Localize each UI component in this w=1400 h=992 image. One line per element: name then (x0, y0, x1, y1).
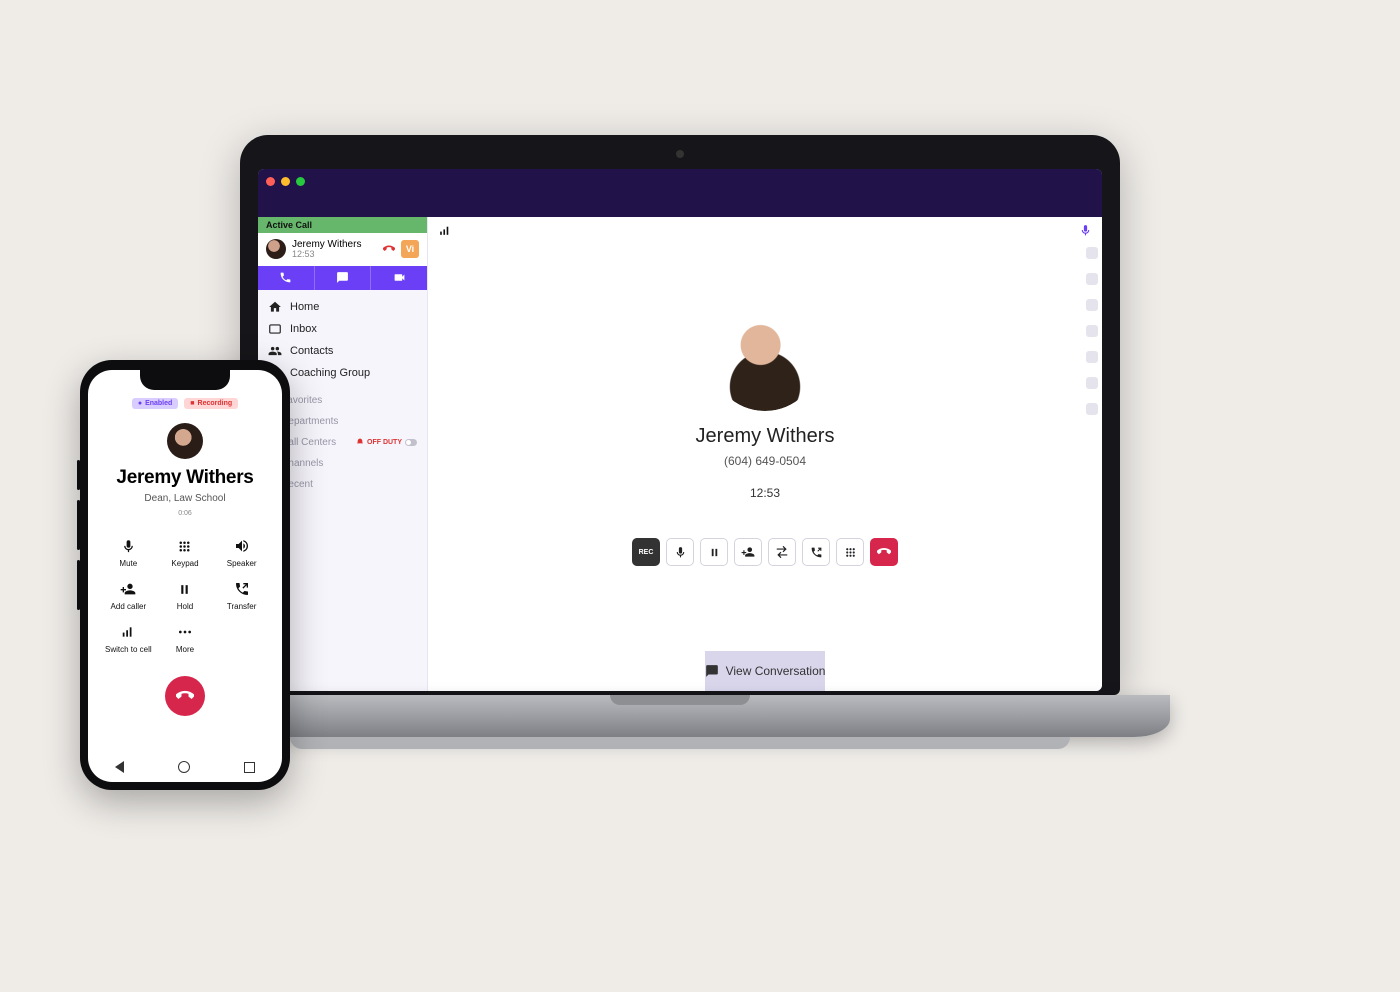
laptop-device: Active Call Jeremy Withers 12:53 Vi (240, 135, 1120, 775)
mute-button[interactable] (666, 538, 694, 566)
tab-video[interactable] (370, 266, 427, 290)
active-call-banner: Active Call (258, 217, 427, 233)
sidebar-item-label: Contacts (290, 345, 333, 357)
avatar (266, 239, 286, 259)
close-icon[interactable] (266, 177, 275, 186)
maximize-icon[interactable] (296, 177, 305, 186)
sidebar-item-label: Inbox (290, 323, 317, 335)
record-button[interactable]: REC (632, 538, 660, 566)
main-call-area: Jeremy Withers (604) 649-0504 12:53 REC (428, 217, 1102, 691)
view-conversation-button[interactable]: View Conversation (705, 651, 826, 691)
off-duty-badge[interactable]: OFF DUTY (356, 438, 417, 446)
enabled-badge: ● Enabled (132, 398, 178, 409)
switch-cell-button[interactable]: Switch to cell (100, 623, 157, 654)
add-caller-button[interactable]: Add caller (100, 580, 157, 611)
more-button[interactable]: More (157, 623, 214, 654)
call-duration: 12:53 (750, 486, 780, 500)
active-call-row[interactable]: Jeremy Withers 12:53 Vi (258, 233, 427, 266)
desktop-app-window: Active Call Jeremy Withers 12:53 Vi (258, 169, 1102, 691)
keypad-button[interactable]: Keypad (157, 537, 214, 568)
home-button[interactable] (178, 761, 190, 773)
dialpad-button[interactable] (836, 538, 864, 566)
transfer-button[interactable] (768, 538, 796, 566)
call-duration: 0:06 (88, 510, 282, 517)
caller-subtitle: Dean, Law School (88, 493, 282, 504)
mic-status-icon[interactable] (1079, 224, 1092, 237)
window-titlebar (258, 169, 1102, 193)
signal-icon (438, 224, 451, 237)
caller-name: Jeremy Withers (696, 425, 835, 448)
mute-button[interactable]: Mute (100, 537, 157, 568)
tab-phone[interactable] (258, 266, 314, 290)
recents-button[interactable] (244, 762, 255, 773)
right-rail (1086, 247, 1098, 415)
minimize-icon[interactable] (281, 177, 290, 186)
avatar (167, 423, 203, 459)
recording-badge: ■ Recording (184, 398, 238, 409)
sidebar-item-contacts[interactable]: Contacts (258, 340, 427, 362)
hold-button[interactable] (700, 538, 728, 566)
caller-phone: (604) 649-0504 (724, 454, 806, 468)
caller-badge: Vi (401, 240, 419, 258)
avatar (710, 301, 820, 411)
hangup-icon[interactable] (383, 243, 395, 255)
sidebar-item-label: Coaching Group (290, 367, 370, 379)
duty-toggle[interactable] (405, 439, 417, 446)
sidebar-item-label: Home (290, 301, 319, 313)
add-person-button[interactable] (734, 538, 762, 566)
call-swap-button[interactable] (802, 538, 830, 566)
android-nav-bar (88, 752, 282, 782)
speaker-button[interactable]: Speaker (213, 537, 270, 568)
caller-name: Jeremy Withers (88, 467, 282, 489)
sidebar-item-home[interactable]: Home (258, 296, 427, 318)
hangup-button[interactable] (870, 538, 898, 566)
back-button[interactable] (115, 761, 124, 773)
sidebar-item-inbox[interactable]: Inbox (258, 318, 427, 340)
hold-button[interactable]: Hold (157, 580, 214, 611)
tab-chat[interactable] (314, 266, 371, 290)
transfer-button[interactable]: Transfer (213, 580, 270, 611)
hangup-button[interactable] (165, 676, 205, 716)
caller-duration-mini: 12:53 (292, 250, 377, 260)
phone-device: ● Enabled ■ Recording Jeremy Withers Dea… (80, 360, 290, 790)
